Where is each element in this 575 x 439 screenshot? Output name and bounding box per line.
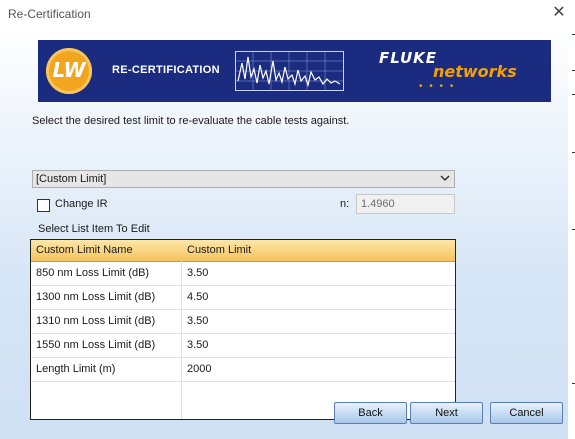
table-row[interactable]: 850 nm Loss Limit (dB) 3.50 bbox=[31, 262, 455, 286]
column-divider bbox=[181, 261, 182, 419]
chevron-down-icon bbox=[440, 175, 450, 181]
list-caption: Select List Item To Edit bbox=[38, 223, 150, 235]
title-bar: Re-Certification ✕ bbox=[0, 0, 575, 28]
row-value[interactable]: 4.50 bbox=[187, 291, 208, 303]
header-banner: LW RE-CERTIFICATION FLUKE networks • • •… bbox=[38, 40, 551, 102]
brand-dots: • • • • bbox=[419, 81, 456, 92]
dialog-body: LW RE-CERTIFICATION FLUKE networks • • •… bbox=[0, 28, 568, 439]
row-value[interactable]: 2000 bbox=[187, 363, 211, 375]
table-row[interactable]: 1550 nm Loss Limit (dB) 3.50 bbox=[31, 334, 455, 358]
row-name: Length Limit (m) bbox=[36, 363, 116, 375]
table-header: Custom Limit Name Custom Limit bbox=[31, 240, 455, 262]
table-row[interactable]: 1310 nm Loss Limit (dB) 3.50 bbox=[31, 310, 455, 334]
instruction-text: Select the desired test limit to re-eval… bbox=[32, 115, 350, 127]
column-header-limit[interactable]: Custom Limit bbox=[187, 244, 251, 256]
custom-limit-table: Custom Limit Name Custom Limit 850 nm Lo… bbox=[30, 239, 456, 420]
row-name: 850 nm Loss Limit (dB) bbox=[36, 267, 150, 279]
change-ir-checkbox[interactable] bbox=[37, 199, 50, 212]
test-limit-selected-value: [Custom Limit] bbox=[36, 173, 107, 185]
linkware-logo: LW bbox=[46, 48, 92, 94]
table-row[interactable]: 1300 nm Loss Limit (dB) 4.50 bbox=[31, 286, 455, 310]
n-label: n: bbox=[340, 198, 350, 210]
row-name: 1550 nm Loss Limit (dB) bbox=[36, 339, 156, 351]
next-button[interactable]: Next bbox=[410, 402, 483, 424]
waveform-graph-icon bbox=[235, 51, 344, 91]
brand-primary: FLUKE bbox=[379, 49, 438, 67]
change-ir-label[interactable]: Change IR bbox=[55, 198, 108, 210]
row-value[interactable]: 3.50 bbox=[187, 339, 208, 351]
n-value-field[interactable]: 1.4960 bbox=[356, 194, 455, 214]
test-limit-select[interactable]: [Custom Limit] bbox=[32, 170, 455, 188]
cancel-button[interactable]: Cancel bbox=[490, 402, 563, 424]
row-value[interactable]: 3.50 bbox=[187, 315, 208, 327]
brand-secondary: networks bbox=[433, 62, 517, 81]
window-title: Re-Certification bbox=[8, 7, 91, 21]
row-value[interactable]: 3.50 bbox=[187, 267, 208, 279]
close-icon[interactable]: ✕ bbox=[543, 0, 575, 28]
row-name: 1310 nm Loss Limit (dB) bbox=[36, 315, 156, 327]
row-name: 1300 nm Loss Limit (dB) bbox=[36, 291, 156, 303]
back-button[interactable]: Back bbox=[334, 402, 407, 424]
column-header-name[interactable]: Custom Limit Name bbox=[36, 244, 133, 256]
table-row[interactable]: Length Limit (m) 2000 bbox=[31, 358, 455, 382]
right-edge-strip bbox=[568, 28, 575, 439]
banner-heading: RE-CERTIFICATION bbox=[112, 64, 220, 76]
